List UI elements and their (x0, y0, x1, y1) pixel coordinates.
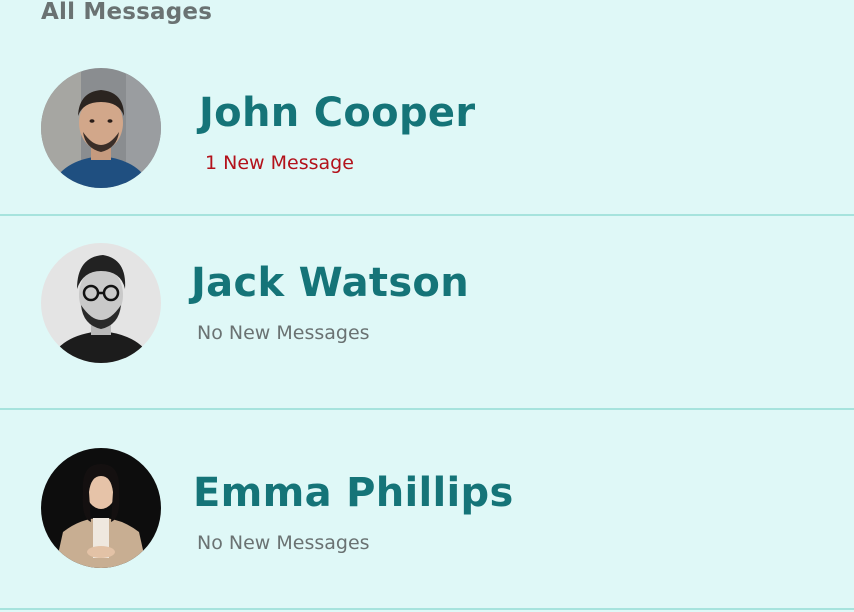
avatar (41, 448, 161, 568)
contact-name: John Cooper (199, 90, 476, 136)
avatar-image-jack (41, 243, 161, 363)
avatar-image-emma (41, 448, 161, 568)
contact-name: Jack Watson (191, 260, 469, 306)
new-message-count: 1 New Message (205, 152, 354, 174)
avatar (41, 243, 161, 363)
avatar-image-john (41, 68, 161, 188)
contact-name: Emma Phillips (193, 470, 514, 516)
message-status: No New Messages (197, 532, 370, 554)
contact-row-jack-watson[interactable]: Jack Watson No New Messages (0, 216, 854, 410)
section-title: All Messages (41, 0, 213, 25)
messages-page: All Messages John Cooper 1 New Message J… (0, 0, 854, 612)
message-status: No New Messages (197, 322, 370, 344)
contact-row-john-cooper[interactable]: John Cooper 1 New Message (0, 40, 854, 216)
contact-row-emma-phillips[interactable]: Emma Phillips No New Messages (0, 410, 854, 610)
avatar (41, 68, 161, 188)
